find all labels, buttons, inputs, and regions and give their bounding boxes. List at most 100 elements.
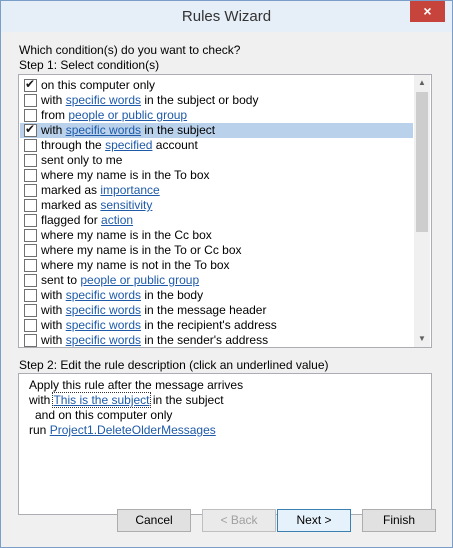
condition-label: where my name is in the To box [41,168,210,183]
condition-value-link[interactable]: specific words [66,318,141,332]
description-with-text: with [29,393,54,407]
condition-text: where my name is in the To or Cc box [41,243,242,257]
condition-value-link[interactable]: specific words [66,303,141,317]
subject-words-link[interactable]: This is the subject [52,392,151,408]
title-bar: Rules Wizard × [1,1,452,32]
condition-checkbox[interactable] [24,244,37,257]
condition-text: sent to [41,273,81,287]
condition-label: where my name is in the To or Cc box [41,243,242,258]
condition-text: where my name is in the To box [41,168,210,182]
condition-row[interactable]: with specific words in the message heade… [20,303,413,318]
condition-value-link[interactable]: specific words [66,123,141,137]
condition-text: in the sender's address [141,333,269,347]
condition-label: with specific words in the body [41,288,203,303]
condition-checkbox[interactable] [24,334,37,347]
condition-checkbox[interactable] [24,259,37,272]
condition-row[interactable]: where my name is not in the To box [20,258,413,273]
conditions-scrollbar[interactable]: ▲ ▼ [414,75,430,347]
condition-text: on this computer only [41,78,156,92]
condition-text: in the subject or body [141,93,259,107]
condition-row[interactable]: flagged for action [20,213,413,228]
condition-label: sent only to me [41,153,122,168]
condition-checkbox[interactable] [24,169,37,182]
condition-label: from people or public group [41,108,187,123]
condition-row[interactable]: through the specified account [20,138,413,153]
check-icon: ✔ [25,122,36,136]
condition-row[interactable]: marked as importance [20,183,413,198]
condition-value-link[interactable]: action [101,213,133,227]
condition-label: marked as importance [41,183,160,198]
condition-checkbox[interactable] [24,109,37,122]
scroll-up-icon[interactable]: ▲ [414,75,430,91]
condition-value-link[interactable]: specific words [66,288,141,302]
condition-label: with specific words in the subject or bo… [41,93,258,108]
rules-wizard-window: Rules Wizard × Which condition(s) do you… [0,0,453,548]
condition-row[interactable]: ✔ with specific words in the subject [20,122,413,138]
condition-row[interactable]: marked as sensitivity [20,198,413,213]
cancel-button[interactable]: Cancel [117,509,191,532]
window-title: Rules Wizard [181,8,272,25]
scrollbar-thumb[interactable] [416,92,428,232]
condition-text: account [152,138,198,152]
script-link[interactable]: Project1.DeleteOlderMessages [50,423,216,437]
conditions-question: Which condition(s) do you want to check? [19,43,241,57]
condition-value-link[interactable]: specified [105,138,152,152]
finish-button[interactable]: Finish [362,509,436,532]
condition-label: on this computer only [41,78,155,93]
condition-value-link[interactable]: importance [100,183,159,197]
condition-label: through the specified account [41,138,198,153]
condition-text: in the body [141,288,204,302]
condition-checkbox[interactable] [24,199,37,212]
condition-text: marked as [41,183,101,197]
condition-label: sent to people or public group [41,273,199,288]
description-line-computer: and on this computer only [35,408,173,422]
condition-label: with specific words in the sender's addr… [41,333,269,347]
condition-checkbox[interactable] [24,289,37,302]
condition-text: marked as [41,198,101,212]
condition-value-link[interactable]: people or public group [68,108,187,122]
condition-checkbox[interactable] [24,214,37,227]
condition-row[interactable]: with specific words in the subject or bo… [20,93,413,108]
condition-checkbox[interactable] [24,229,37,242]
close-button[interactable]: × [410,1,445,22]
condition-checkbox[interactable] [24,319,37,332]
next-button[interactable]: Next > [277,509,351,532]
condition-row[interactable]: from people or public group [20,108,413,123]
condition-text: from [41,108,69,122]
condition-value-link[interactable]: specific words [66,333,141,347]
condition-row[interactable]: sent to people or public group [20,273,413,288]
condition-text: with [41,93,66,107]
condition-label: flagged for action [41,213,133,228]
condition-checkbox[interactable] [24,274,37,287]
condition-row[interactable]: ✔ on this computer only [20,77,413,93]
condition-row[interactable]: where my name is in the Cc box [20,228,413,243]
condition-row[interactable]: sent only to me [20,153,413,168]
condition-checkbox[interactable] [24,304,37,317]
condition-checkbox[interactable] [24,154,37,167]
condition-text: in the message header [141,303,267,317]
condition-checkbox[interactable] [24,184,37,197]
condition-checkbox[interactable] [24,94,37,107]
condition-checkbox[interactable] [24,139,37,152]
condition-text: with [41,333,66,347]
condition-text: where my name is in the Cc box [41,228,212,242]
rule-description-box: Apply this rule after the message arrive… [18,373,432,515]
condition-checkbox[interactable]: ✔ [24,77,37,92]
condition-text: in the recipient's address [141,318,277,332]
condition-row[interactable]: where my name is in the To box [20,168,413,183]
wizard-content: Which condition(s) do you want to check?… [1,32,452,547]
scroll-down-icon[interactable]: ▼ [414,331,430,347]
condition-row[interactable]: with specific words in the recipient's a… [20,318,413,333]
description-in-subject-text: in the subject [149,393,224,407]
condition-text: where my name is not in the To box [41,258,230,272]
condition-value-link[interactable]: specific words [66,93,141,107]
condition-row[interactable]: with specific words in the sender's addr… [20,333,413,347]
condition-checkbox[interactable]: ✔ [24,122,37,137]
condition-label: with specific words in the message heade… [41,303,266,318]
conditions-list[interactable]: with specific words in the sender's addr… [18,74,432,348]
condition-value-link[interactable]: sensitivity [100,198,152,212]
condition-row[interactable]: with specific words in the body [20,288,413,303]
back-button[interactable]: < Back [202,509,276,532]
condition-value-link[interactable]: people or public group [80,273,199,287]
condition-row[interactable]: where my name is in the To or Cc box [20,243,413,258]
